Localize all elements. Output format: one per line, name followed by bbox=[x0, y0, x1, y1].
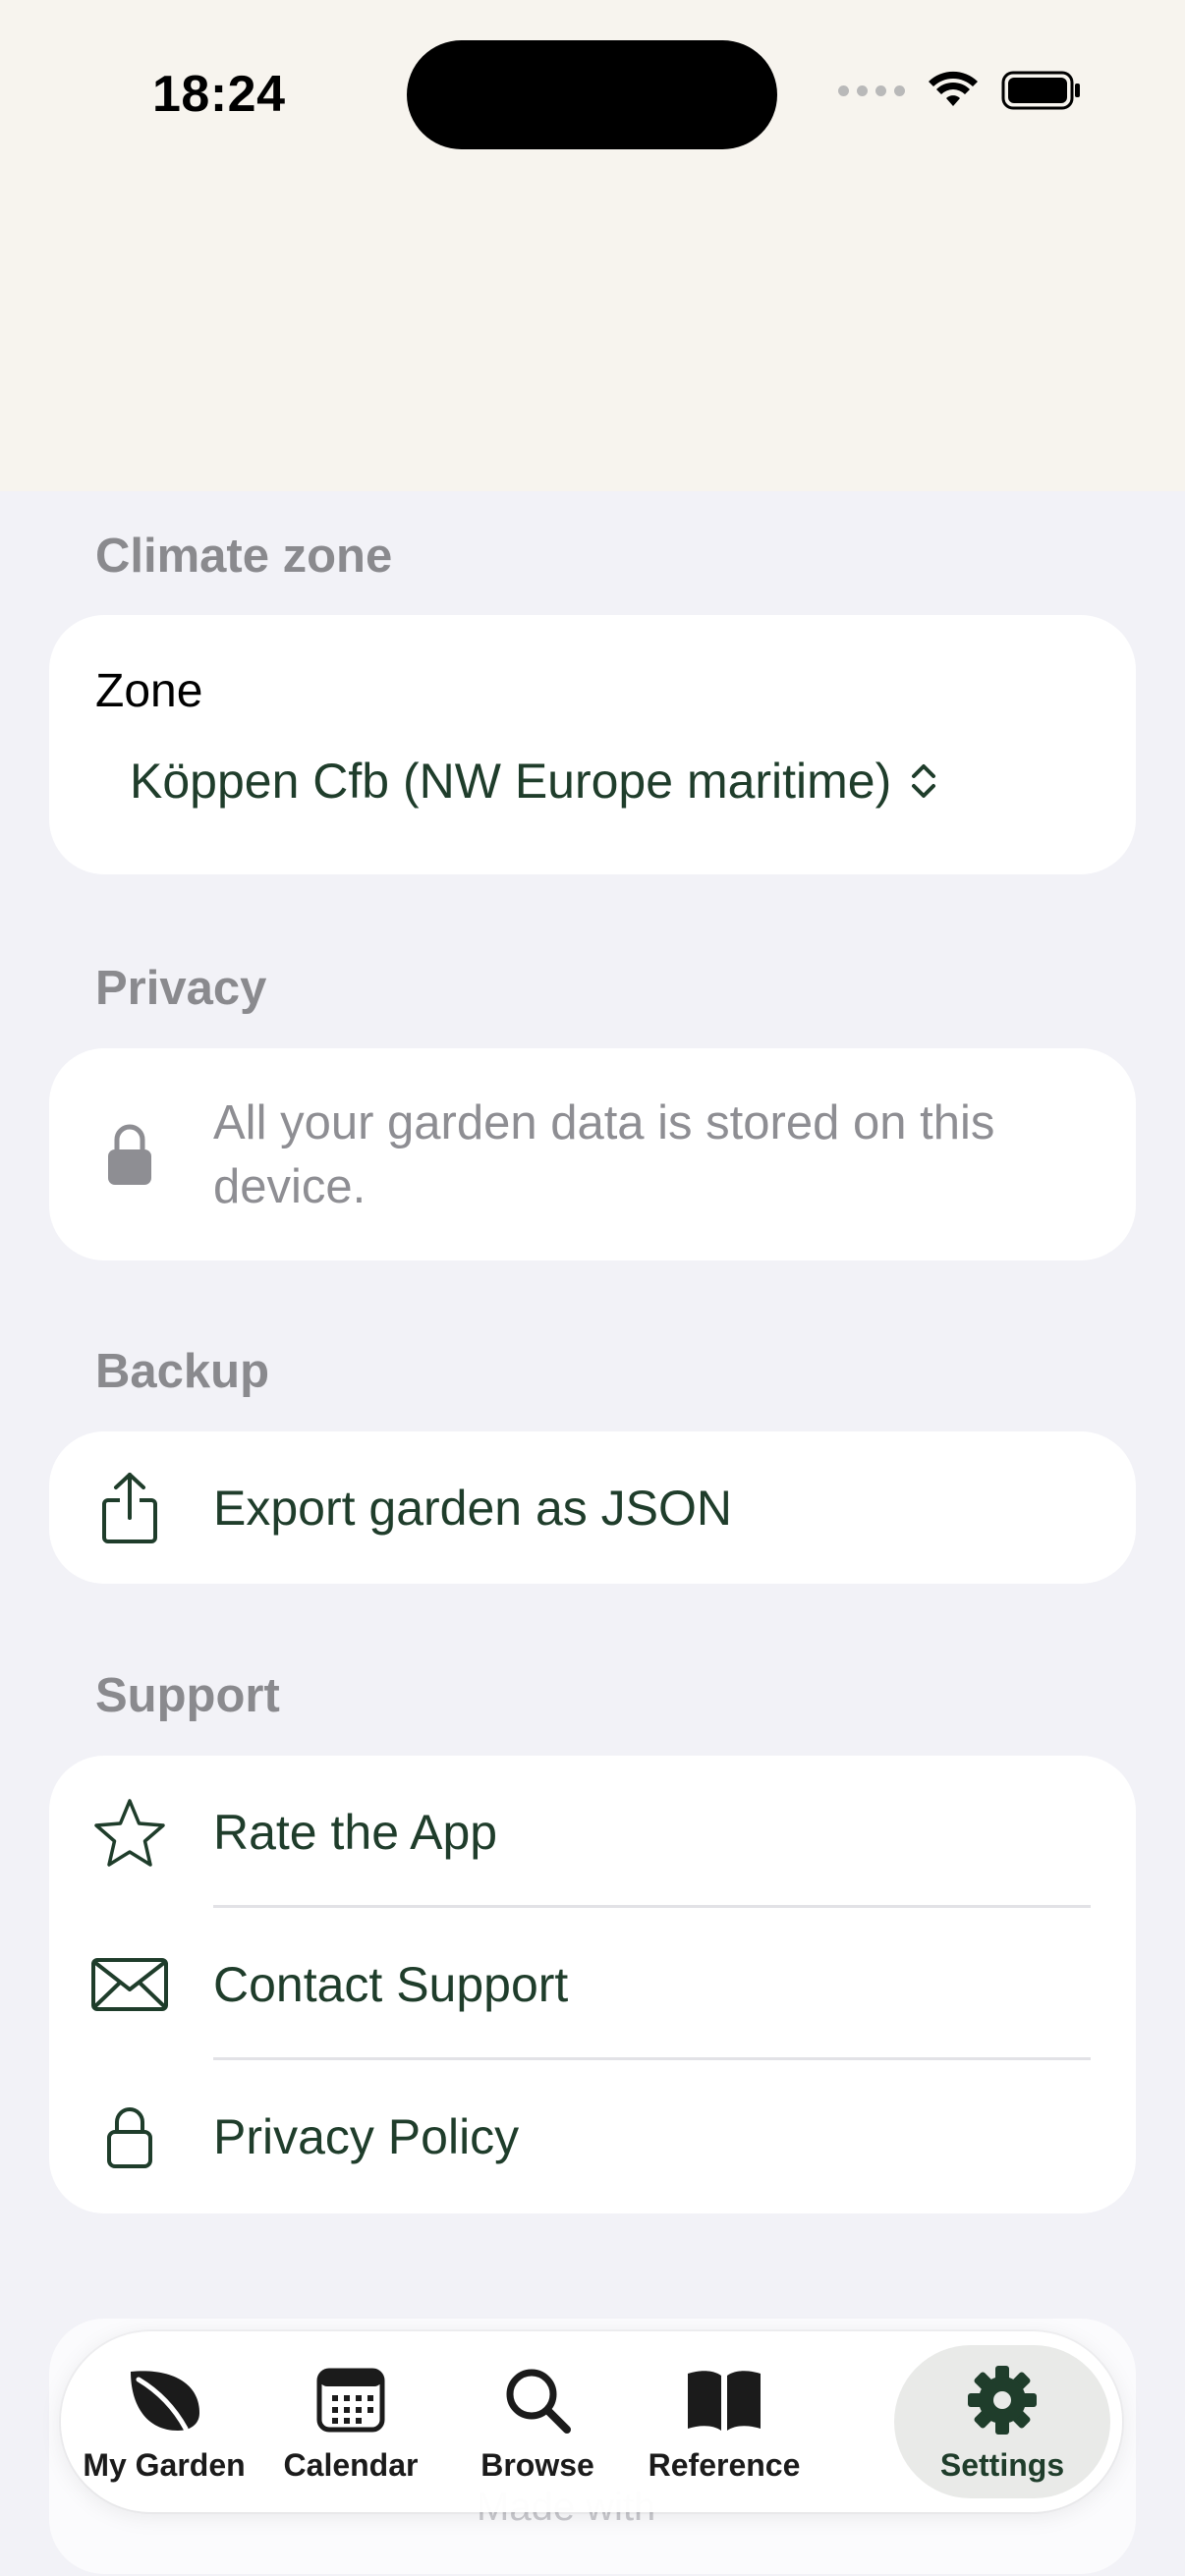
star-icon bbox=[88, 1791, 171, 1874]
tab-my-garden[interactable]: My Garden bbox=[71, 2331, 257, 2512]
contact-support-row[interactable]: Contact Support bbox=[49, 1908, 1136, 2060]
status-time: 18:24 bbox=[152, 66, 286, 123]
envelope-icon bbox=[88, 1943, 171, 2026]
leaf-icon bbox=[120, 2361, 208, 2439]
rate-app-label: Rate the App bbox=[213, 1804, 498, 1860]
tab-label: Calendar bbox=[283, 2446, 419, 2483]
tab-browse[interactable]: Browse bbox=[444, 2331, 631, 2512]
backup-section-header: Backup bbox=[95, 1345, 270, 1398]
lock-icon bbox=[88, 2096, 171, 2178]
support-card: Rate the App Contact Support Privacy Pol… bbox=[49, 1756, 1136, 2213]
privacy-section-header: Privacy bbox=[95, 962, 267, 1015]
signal-dots-icon bbox=[838, 84, 905, 96]
export-json-label: Export garden as JSON bbox=[213, 1480, 733, 1536]
privacy-text: All your garden data is stored on this d… bbox=[213, 1096, 995, 1213]
battery-icon bbox=[1001, 71, 1080, 110]
tab-calendar[interactable]: Calendar bbox=[257, 2331, 444, 2512]
book-icon bbox=[680, 2361, 768, 2439]
zone-value: Köppen Cfb (NW Europe maritime) bbox=[130, 754, 892, 809]
status-icons bbox=[838, 71, 1082, 110]
tab-label: Browse bbox=[480, 2446, 594, 2483]
search-icon bbox=[493, 2361, 582, 2439]
privacy-policy-label: Privacy Policy bbox=[213, 2108, 520, 2164]
calendar-icon bbox=[307, 2361, 395, 2439]
status-bar: 18:24 bbox=[0, 0, 1185, 491]
dynamic-island bbox=[407, 40, 777, 149]
wifi-icon bbox=[929, 71, 978, 106]
climate-section-header: Climate zone bbox=[95, 530, 393, 583]
climate-card: Zone Köppen Cfb (NW Europe maritime) bbox=[49, 615, 1136, 874]
support-section-header: Support bbox=[95, 1669, 280, 1722]
share-icon bbox=[88, 1467, 171, 1549]
tab-label: Settings bbox=[939, 2446, 1065, 2483]
contact-support-label: Contact Support bbox=[213, 1956, 569, 2012]
tab-label: Reference bbox=[648, 2446, 801, 2483]
zone-label: Zone bbox=[95, 665, 203, 717]
gear-icon bbox=[958, 2361, 1046, 2439]
backup-card: Export garden as JSON bbox=[49, 1431, 1136, 1584]
tab-reference[interactable]: Reference bbox=[631, 2331, 818, 2512]
tab-bar: My Garden Calendar Browse Reference Sett… bbox=[61, 2331, 1122, 2512]
privacy-policy-row[interactable]: Privacy Policy bbox=[49, 2060, 1136, 2212]
export-json-row[interactable]: Export garden as JSON bbox=[49, 1431, 1136, 1584]
zone-picker[interactable]: Köppen Cfb (NW Europe maritime) bbox=[130, 753, 938, 810]
lock-filled-icon bbox=[88, 1113, 171, 1196]
chevron-up-down-icon bbox=[912, 764, 936, 798]
tab-settings[interactable]: Settings bbox=[894, 2345, 1110, 2498]
tab-label: My Garden bbox=[83, 2446, 246, 2483]
privacy-card: All your garden data is stored on this d… bbox=[49, 1048, 1136, 1260]
rate-app-row[interactable]: Rate the App bbox=[49, 1756, 1136, 1908]
